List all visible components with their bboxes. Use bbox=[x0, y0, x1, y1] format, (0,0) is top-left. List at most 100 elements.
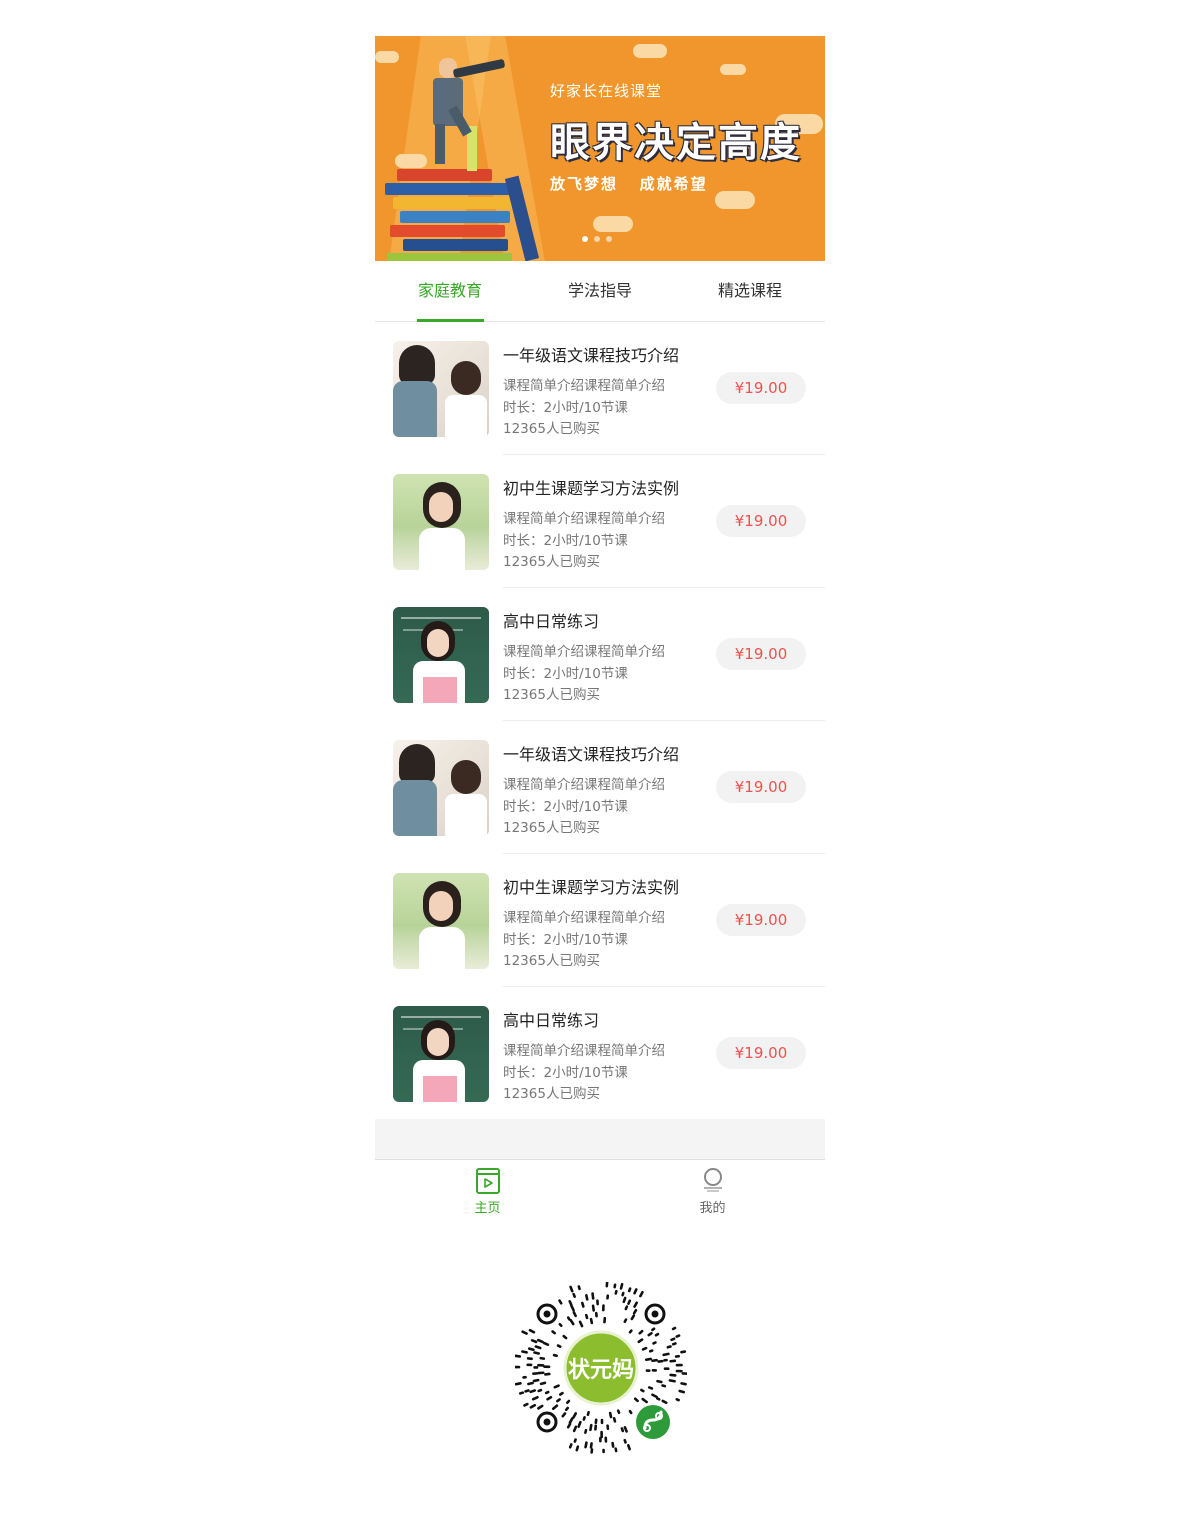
carousel-dot[interactable] bbox=[582, 236, 588, 242]
qr-dash bbox=[539, 1356, 546, 1360]
book bbox=[397, 169, 492, 181]
tab-study-guidance[interactable]: 学法指导 bbox=[525, 261, 675, 321]
list-item[interactable]: 初中生课题学习方法实例 课程简单介绍课程简单介绍 时长：2小时/10节课 123… bbox=[375, 854, 825, 987]
qr-dash bbox=[582, 1416, 586, 1421]
man-leg bbox=[435, 124, 445, 164]
qr-dash bbox=[528, 1328, 536, 1334]
qr-dash bbox=[608, 1411, 613, 1419]
qr-dash bbox=[644, 1357, 652, 1362]
qr-dash bbox=[564, 1406, 570, 1412]
qr-dash bbox=[578, 1320, 584, 1328]
carousel-dot[interactable] bbox=[594, 236, 600, 242]
qr-dash bbox=[584, 1313, 589, 1320]
qr-dash bbox=[666, 1345, 672, 1349]
qr-dash bbox=[662, 1352, 670, 1357]
book bbox=[387, 253, 512, 261]
qr-dash bbox=[589, 1317, 594, 1325]
book bbox=[390, 225, 505, 237]
qr-dash bbox=[551, 1330, 556, 1335]
qr-dash bbox=[530, 1339, 538, 1344]
qr-dash bbox=[572, 1425, 578, 1433]
qr-dash bbox=[568, 1300, 573, 1306]
tabbar-profile-label: 我的 bbox=[699, 1201, 726, 1216]
tab-family-education[interactable]: 家庭教育 bbox=[375, 261, 525, 322]
course-title: 初中生课题学习方法实例 bbox=[503, 878, 680, 897]
book bbox=[385, 183, 515, 195]
qr-dash bbox=[542, 1341, 550, 1347]
category-tabs: 家庭教育 学法指导 精选课程 bbox=[375, 261, 825, 322]
qr-dash bbox=[569, 1285, 574, 1293]
price-button[interactable]: ¥19.00 bbox=[716, 505, 806, 537]
carousel-dot[interactable] bbox=[606, 236, 612, 242]
qr-center-label: 状元妈 bbox=[567, 1358, 634, 1383]
qr-dash bbox=[561, 1412, 567, 1418]
qr-dash bbox=[624, 1305, 629, 1311]
course-buyers: 12365人已购买 bbox=[503, 953, 600, 969]
qr-dash bbox=[623, 1318, 628, 1324]
qr-dash bbox=[668, 1379, 676, 1383]
qr-dash bbox=[622, 1296, 627, 1304]
course-duration: 时长：2小时/10节课 bbox=[503, 533, 628, 549]
course-title: 高中日常练习 bbox=[503, 612, 600, 631]
qr-dash bbox=[566, 1422, 572, 1429]
qr-dash bbox=[627, 1287, 632, 1293]
course-buyers: 12365人已购买 bbox=[503, 820, 600, 836]
cloud bbox=[715, 191, 755, 209]
qr-dash bbox=[529, 1389, 537, 1394]
qr-dash bbox=[628, 1409, 633, 1415]
tab-selected-courses[interactable]: 精选课程 bbox=[675, 261, 825, 321]
qr-dash bbox=[619, 1282, 624, 1290]
book bbox=[403, 239, 508, 251]
course-buyers: 12365人已购买 bbox=[503, 421, 600, 437]
qr-dash bbox=[537, 1404, 544, 1410]
price-button[interactable]: ¥19.00 bbox=[716, 771, 806, 803]
qr-dash bbox=[675, 1334, 681, 1338]
qr-dash bbox=[568, 1417, 574, 1424]
mini-program-screen: 好家长在线课堂 眼界决定高度 放飞梦想 成就希望 家庭教育 学法指导 精选课程 … bbox=[375, 36, 825, 1230]
qr-dash bbox=[556, 1398, 561, 1403]
qr-dash bbox=[656, 1397, 661, 1401]
qr-dash bbox=[661, 1399, 668, 1405]
course-thumbnail bbox=[393, 740, 489, 836]
qr-dash bbox=[680, 1382, 687, 1386]
qr-dash bbox=[675, 1398, 680, 1402]
price-button[interactable]: ¥19.00 bbox=[716, 904, 806, 936]
list-footer-spacer bbox=[375, 1119, 825, 1159]
course-thumbnail bbox=[393, 873, 489, 969]
cloud bbox=[375, 51, 399, 63]
course-thumbnail bbox=[393, 341, 489, 437]
cloud bbox=[593, 216, 633, 232]
profile-icon bbox=[700, 1168, 726, 1194]
qr-dash bbox=[637, 1338, 644, 1344]
qr-dash bbox=[652, 1341, 657, 1345]
list-item[interactable]: 高中日常练习 课程简单介绍课程简单介绍 时长：2小时/10节课 12365人已购… bbox=[375, 987, 825, 1120]
qr-dash bbox=[556, 1344, 562, 1348]
qr-dash bbox=[572, 1412, 578, 1419]
carousel-dots[interactable] bbox=[582, 236, 612, 242]
price-button[interactable]: ¥19.00 bbox=[716, 1037, 806, 1069]
course-buyers: 12365人已购买 bbox=[503, 687, 600, 703]
qr-dash bbox=[513, 1354, 522, 1358]
banner-title: 眼界决定高度 bbox=[550, 120, 802, 166]
qr-dash bbox=[553, 1384, 560, 1389]
price-button[interactable]: ¥19.00 bbox=[716, 372, 806, 404]
qr-dash bbox=[641, 1397, 648, 1404]
qr-dash bbox=[544, 1390, 550, 1395]
qr-dash bbox=[670, 1337, 676, 1342]
list-item[interactable]: 一年级语文课程技巧介绍 课程简单介绍课程简单介绍 时长：2小时/10节课 123… bbox=[375, 721, 825, 854]
qr-dash bbox=[591, 1304, 595, 1312]
qr-dash bbox=[585, 1294, 589, 1301]
course-description: 课程简单介绍课程简单介绍 bbox=[503, 378, 665, 394]
list-item[interactable]: 高中日常练习 课程简单介绍课程简单介绍 时长：2小时/10节课 12365人已购… bbox=[375, 588, 825, 721]
list-item[interactable]: 初中生课题学习方法实例 课程简单介绍课程简单介绍 时长：2小时/10节课 123… bbox=[375, 455, 825, 588]
banner-subtitle: 好家长在线课堂 bbox=[550, 82, 663, 100]
qr-dash bbox=[623, 1438, 627, 1444]
banner-slogan: 放飞梦想 成就希望 bbox=[550, 175, 708, 193]
price-button[interactable]: ¥19.00 bbox=[716, 638, 806, 670]
qr-dash bbox=[537, 1388, 543, 1393]
qr-dash bbox=[584, 1441, 588, 1449]
tabbar-profile[interactable]: 我的 bbox=[600, 1160, 825, 1230]
list-item[interactable]: 一年级语文课程技巧介绍 课程简单介绍课程简单介绍 时长：2小时/10节课 123… bbox=[375, 322, 825, 455]
promo-banner[interactable]: 好家长在线课堂 眼界决定高度 放飞梦想 成就希望 bbox=[375, 36, 825, 261]
tabbar-home[interactable]: 主页 bbox=[375, 1160, 600, 1230]
